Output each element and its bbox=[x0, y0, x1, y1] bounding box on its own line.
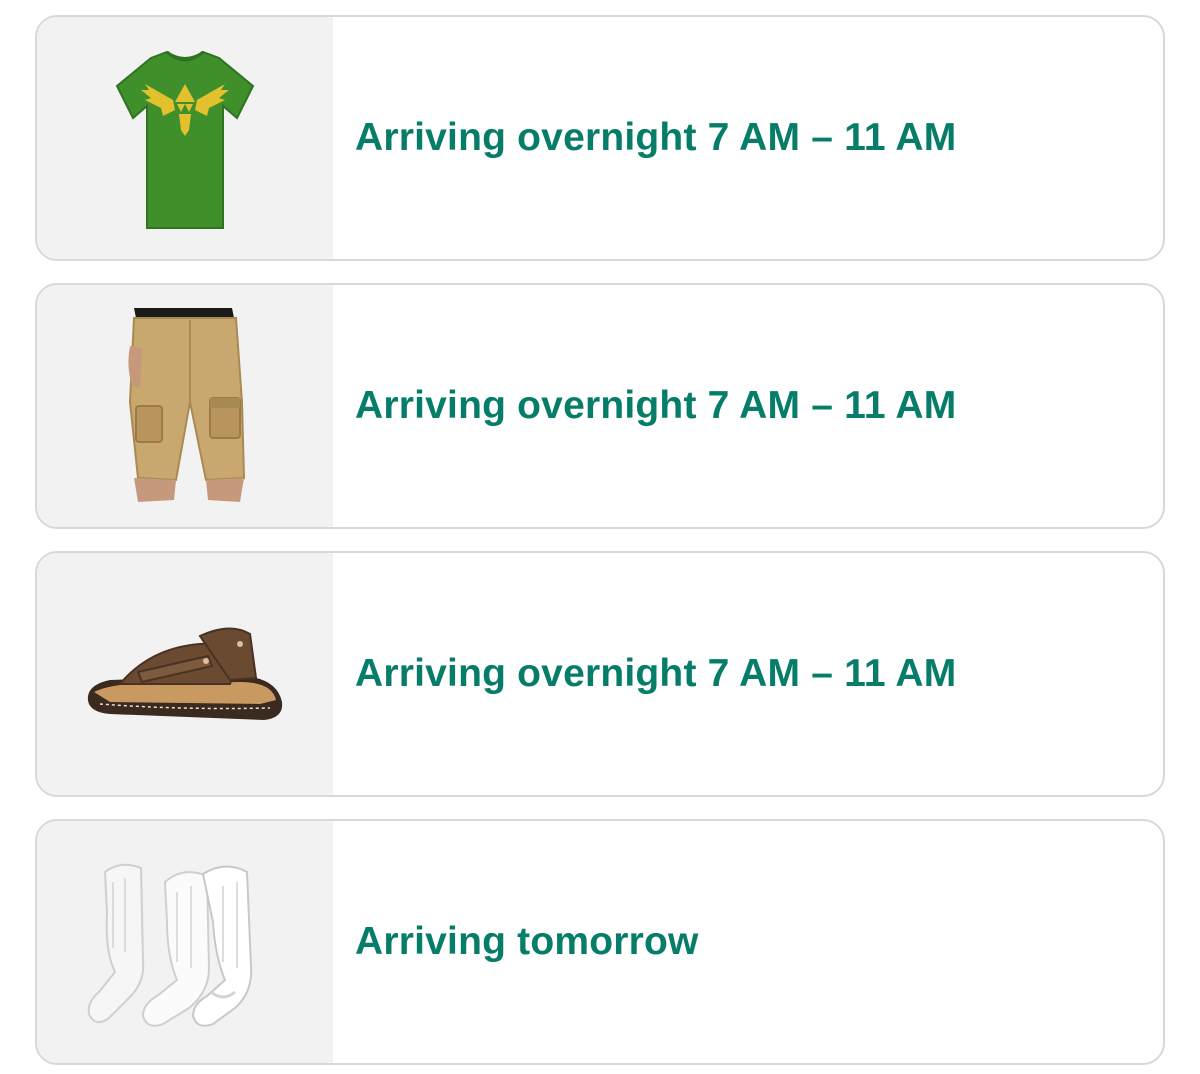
product-thumbnail[interactable] bbox=[37, 17, 333, 259]
sandal-icon bbox=[87, 627, 283, 720]
product-thumbnail[interactable] bbox=[37, 821, 333, 1063]
delivery-status-text: Arriving overnight 7 AM – 11 AM bbox=[355, 116, 957, 159]
delivery-status-text: Arriving overnight 7 AM – 11 AM bbox=[355, 384, 957, 427]
delivery-status-text: Arriving tomorrow bbox=[355, 920, 699, 963]
order-card-sandal[interactable]: Arriving overnight 7 AM – 11 AM bbox=[35, 551, 1165, 797]
order-card-socks[interactable]: Arriving tomorrow bbox=[35, 819, 1165, 1065]
delivery-status: Arriving overnight 7 AM – 11 AM bbox=[333, 553, 1163, 795]
product-thumbnail[interactable] bbox=[37, 553, 333, 795]
delivery-status: Arriving overnight 7 AM – 11 AM bbox=[333, 285, 1163, 527]
delivery-status: Arriving overnight 7 AM – 11 AM bbox=[333, 17, 1163, 259]
delivery-status-text: Arriving overnight 7 AM – 11 AM bbox=[355, 652, 957, 695]
delivery-status: Arriving tomorrow bbox=[333, 821, 1163, 1063]
product-thumbnail[interactable] bbox=[37, 285, 333, 527]
order-list: Arriving overnight 7 AM – 11 AM Arriving… bbox=[35, 15, 1165, 1065]
order-card-tshirt[interactable]: Arriving overnight 7 AM – 11 AM bbox=[35, 15, 1165, 261]
t-shirt-icon bbox=[115, 50, 255, 229]
socks-icon bbox=[87, 863, 253, 1027]
order-card-shorts[interactable]: Arriving overnight 7 AM – 11 AM bbox=[35, 283, 1165, 529]
cargo-shorts-icon bbox=[128, 308, 246, 502]
